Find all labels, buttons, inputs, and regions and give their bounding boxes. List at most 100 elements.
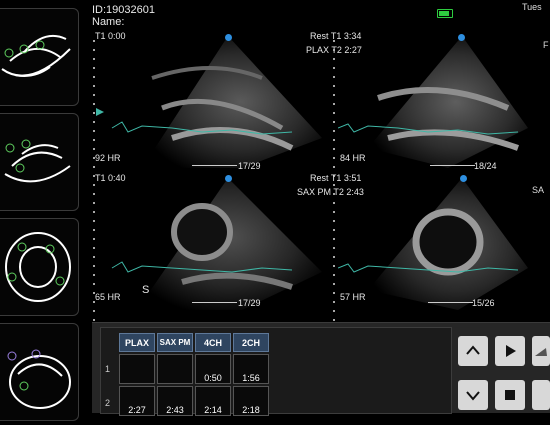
panel-1-scale <box>192 165 237 166</box>
depth-tick <box>93 67 95 69</box>
depth-tick <box>93 229 95 231</box>
ultrasound-image <box>338 36 528 168</box>
depth-tick <box>93 274 95 276</box>
depth-tick <box>333 94 335 96</box>
play-icon <box>506 345 516 357</box>
down-arrow-button[interactable] <box>458 380 488 410</box>
depth-tick <box>333 76 335 78</box>
column-header-4ch[interactable]: 4CH <box>195 333 231 352</box>
panel-3-marker-s: S <box>142 284 150 296</box>
depth-tick <box>93 94 95 96</box>
depth-tick <box>333 85 335 87</box>
plax-schematic-thumb[interactable] <box>0 8 79 106</box>
depth-tick <box>333 238 335 240</box>
depth-tick <box>93 40 95 42</box>
depth-tick <box>93 112 95 114</box>
depth-scale-center <box>333 40 335 321</box>
depth-tick <box>333 49 335 51</box>
depth-tick <box>333 67 335 69</box>
panel-3-time: T1 0:40 <box>95 173 126 183</box>
depth-tick <box>93 310 95 312</box>
depth-tick <box>333 193 335 195</box>
depth-tick <box>333 139 335 141</box>
depth-tick <box>93 319 95 321</box>
patient-name-label: Name: <box>92 16 125 28</box>
panel-2-scale <box>430 165 475 166</box>
panel-1-frames: 17/29 <box>238 161 261 171</box>
depth-tick <box>333 274 335 276</box>
up-arrow-icon <box>466 345 480 355</box>
depth-tick <box>93 211 95 213</box>
sax-schematic-thumb[interactable] <box>0 113 79 211</box>
depth-tick <box>333 166 335 168</box>
depth-tick <box>333 175 335 177</box>
probe-icon <box>535 348 547 356</box>
echo-panel-4[interactable] <box>338 172 530 312</box>
probe-marker-icon <box>225 34 232 41</box>
depth-tick <box>93 193 95 195</box>
depth-tick <box>93 166 95 168</box>
grid-cell[interactable] <box>119 354 155 384</box>
depth-tick <box>333 319 335 321</box>
depth-tick <box>93 157 95 159</box>
probe-marker-icon <box>225 175 232 182</box>
grid-cell[interactable]: 0:50 <box>195 354 231 384</box>
day-label: Tues <box>522 2 542 12</box>
ultrasound-image <box>338 178 528 310</box>
panel-1-hr: 92 HR <box>95 153 121 163</box>
depth-tick <box>333 301 335 303</box>
ring-schematic-thumb[interactable] <box>0 218 79 316</box>
right-mark-2: SA <box>532 185 545 195</box>
echo-panel-1[interactable] <box>92 28 332 170</box>
depth-scale-left <box>93 40 95 321</box>
battery-icon <box>437 9 453 18</box>
depth-tick <box>333 229 335 231</box>
depth-tick <box>333 256 335 258</box>
depth-tick <box>333 292 335 294</box>
panel-1-time: T1 0:00 <box>95 31 126 41</box>
probe-marker-icon <box>460 175 467 182</box>
column-header-plax[interactable]: PLAX <box>119 333 155 352</box>
panel-3-hr: 65 HR <box>95 292 121 302</box>
depth-tick <box>333 121 335 123</box>
play-button[interactable] <box>495 336 525 366</box>
depth-tick <box>93 292 95 294</box>
depth-tick <box>333 40 335 42</box>
extra-control-button[interactable] <box>532 380 550 410</box>
column-header-2ch[interactable]: 2CH <box>233 333 269 352</box>
depth-tick <box>93 139 95 141</box>
probe-button[interactable] <box>532 336 550 366</box>
ring-segments-icon <box>5 232 71 302</box>
depth-tick <box>333 157 335 159</box>
depth-tick <box>333 148 335 150</box>
patient-id: ID:19032601 <box>92 4 155 16</box>
view-grid: PLAX SAX PM 4CH 2CH 1 0:50 1:56 2 2:27 2… <box>100 327 452 416</box>
panel-4-frames: 15/26 <box>472 298 495 308</box>
row-label-2: 2 <box>105 398 111 408</box>
grid-cell[interactable]: 1:56 <box>233 354 269 384</box>
stop-button[interactable] <box>495 380 525 410</box>
grid-cell[interactable] <box>157 354 193 384</box>
echo-panel-3[interactable] <box>92 172 332 312</box>
schematic-sidebar <box>0 0 80 421</box>
panel-2-frames: 18/24 <box>474 161 497 171</box>
depth-tick <box>93 175 95 177</box>
panel-3-scale <box>192 302 237 303</box>
ultrasound-image <box>111 178 322 310</box>
echo-panel-2[interactable] <box>338 28 530 170</box>
column-header-sax-pm[interactable]: SAX PM <box>157 333 193 352</box>
apical-schematic-thumb[interactable] <box>0 323 79 421</box>
up-arrow-button[interactable] <box>458 336 488 366</box>
depth-tick <box>333 184 335 186</box>
depth-tick <box>93 238 95 240</box>
depth-tick <box>333 130 335 132</box>
depth-tick <box>333 265 335 267</box>
depth-tick <box>333 103 335 105</box>
depth-tick <box>333 283 335 285</box>
depth-tick <box>93 121 95 123</box>
ultrasound-image <box>96 36 322 168</box>
depth-tick <box>93 76 95 78</box>
depth-tick <box>93 220 95 222</box>
depth-tick <box>93 103 95 105</box>
row-label-1: 1 <box>105 364 111 374</box>
